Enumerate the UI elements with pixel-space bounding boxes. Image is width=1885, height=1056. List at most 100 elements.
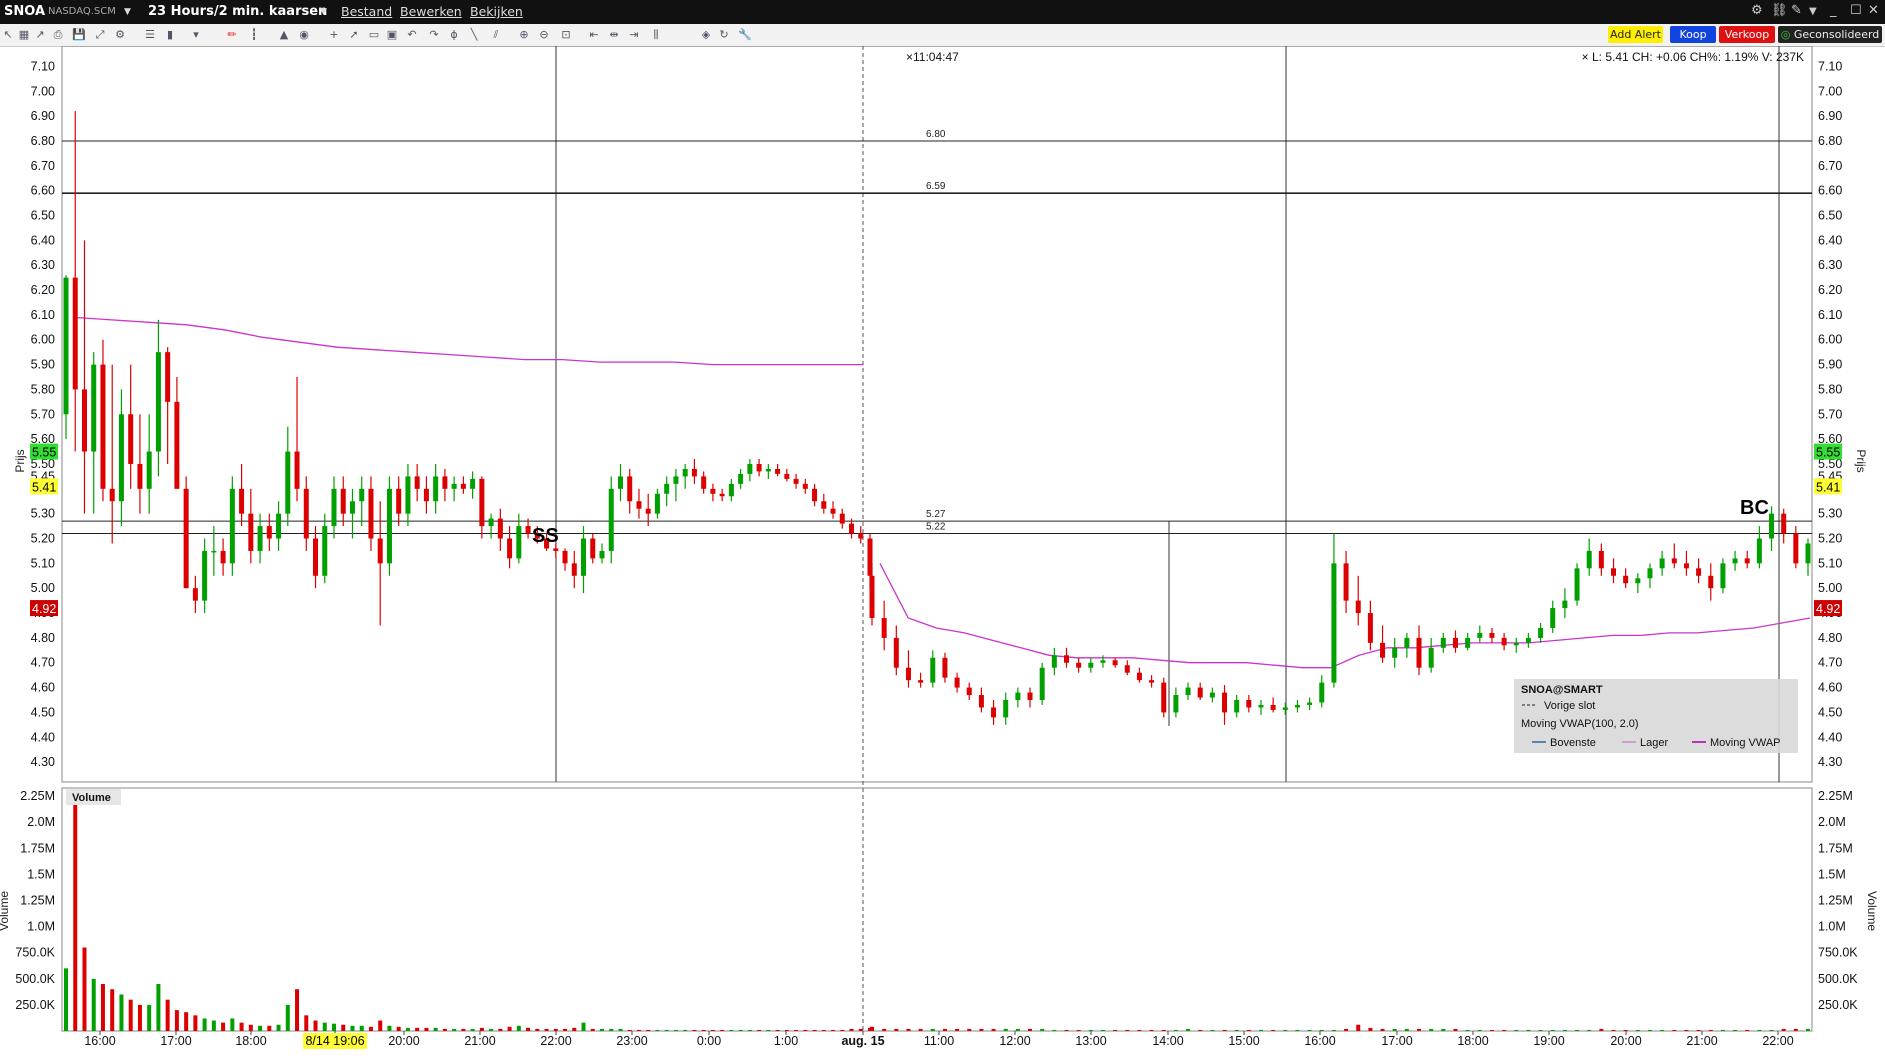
candle[interactable] — [839, 508, 845, 529]
candle[interactable] — [1294, 700, 1300, 713]
volume-bar[interactable] — [967, 1028, 972, 1031]
volume-bar[interactable] — [906, 1028, 911, 1031]
volume-bar[interactable] — [239, 1022, 244, 1031]
line-icon[interactable]: ╲ — [468, 29, 480, 41]
candle[interactable] — [738, 468, 744, 489]
close-icon[interactable]: ✕ — [1868, 3, 1879, 18]
volume-bar[interactable] — [664, 1029, 669, 1031]
volume-bar[interactable] — [1161, 1029, 1166, 1031]
volume-bar[interactable] — [1708, 1029, 1713, 1031]
bar-type-icon[interactable]: ▮ — [164, 29, 176, 41]
candle[interactable] — [710, 483, 716, 502]
candle[interactable] — [377, 501, 383, 626]
volume-bar[interactable] — [609, 1028, 614, 1031]
volume-bar[interactable] — [156, 984, 161, 1031]
candle[interactable] — [1197, 682, 1203, 701]
volume-bar[interactable] — [821, 1029, 826, 1031]
link-icon[interactable]: ⛓ — [1771, 3, 1788, 18]
add-alert-button[interactable]: Add Alert — [1608, 26, 1663, 43]
candle[interactable] — [1319, 675, 1325, 708]
candle[interactable] — [756, 458, 762, 477]
scroll-right-icon[interactable]: ⇥ — [628, 29, 640, 41]
volume-bar[interactable] — [184, 1012, 189, 1031]
candle[interactable] — [1769, 506, 1775, 551]
candle[interactable] — [423, 476, 429, 514]
candle[interactable] — [1538, 622, 1544, 643]
candle[interactable] — [590, 533, 596, 564]
volume-bar[interactable] — [1271, 1029, 1276, 1031]
minimize-icon[interactable]: _ — [1830, 3, 1837, 18]
scroll-center-icon[interactable]: ⇹ — [608, 29, 620, 41]
volume-bar[interactable] — [1562, 1029, 1567, 1031]
volume-bar[interactable] — [1052, 1029, 1057, 1031]
candle[interactable] — [1051, 647, 1057, 676]
candle[interactable] — [1270, 697, 1276, 713]
candle[interactable] — [1027, 687, 1033, 708]
candle[interactable] — [155, 319, 161, 477]
candle[interactable] — [821, 493, 827, 514]
volume-bar[interactable] — [840, 1029, 845, 1031]
volume-bar[interactable] — [1696, 1029, 1701, 1031]
volume-bar[interactable] — [285, 1004, 290, 1031]
candle[interactable] — [1331, 533, 1337, 688]
volume-bar[interactable] — [1113, 1029, 1118, 1031]
candle[interactable] — [1039, 662, 1045, 705]
legend-entry[interactable]: Lager — [1640, 737, 1668, 749]
candle[interactable] — [830, 501, 836, 519]
fib-icon[interactable]: ϕ — [448, 29, 460, 41]
candle[interactable] — [229, 476, 235, 576]
volume-bar[interactable] — [1210, 1029, 1215, 1031]
volume-bar[interactable] — [600, 1028, 604, 1031]
candle[interactable] — [701, 471, 707, 494]
candle[interactable] — [1355, 575, 1361, 626]
volume-bar[interactable] — [211, 1020, 216, 1031]
volume-bar[interactable] — [1623, 1029, 1628, 1031]
candle[interactable] — [183, 476, 189, 589]
candle[interactable] — [1343, 550, 1349, 614]
candle[interactable] — [719, 488, 725, 502]
volume-bar[interactable] — [618, 1028, 623, 1031]
candle[interactable] — [294, 377, 300, 502]
candle[interactable] — [784, 468, 790, 482]
exchange-label[interactable]: NASDAQ.SCM — [48, 6, 116, 17]
zoom-out-icon[interactable]: ⊖ — [538, 29, 550, 41]
candle[interactable] — [1781, 508, 1787, 544]
volume-bar[interactable] — [1526, 1029, 1531, 1031]
volume-bar[interactable] — [341, 1024, 346, 1031]
candle[interactable] — [414, 463, 420, 502]
candle[interactable] — [905, 650, 911, 688]
volume-bar[interactable] — [720, 1029, 725, 1031]
volume-bar[interactable] — [378, 1020, 383, 1031]
chart-canvas[interactable]: 6.80 6.59 5.27 5.22 4.30 4.30 4.40 4.40 4.50 4.5… — [0, 46, 1885, 1056]
volume-bar[interactable] — [673, 1029, 678, 1031]
symbol-label[interactable]: SNOA — [4, 4, 45, 19]
globe-icon[interactable]: ◉ — [298, 29, 310, 41]
list-icon[interactable]: ☰ — [144, 29, 156, 41]
volume-bar[interactable] — [1295, 1029, 1300, 1031]
candle[interactable] — [1513, 637, 1519, 653]
candle[interactable] — [1380, 625, 1386, 663]
candle[interactable] — [1124, 660, 1130, 676]
volume-bar[interactable] — [221, 1022, 226, 1031]
candle[interactable] — [303, 476, 309, 551]
channel-icon[interactable]: ⫽ — [490, 29, 502, 41]
volume-bar[interactable] — [1793, 1028, 1798, 1031]
volume-bar[interactable] — [1258, 1029, 1263, 1031]
candle[interactable] — [1574, 563, 1580, 606]
candle[interactable] — [497, 508, 503, 551]
menu-bewerken[interactable]: Bewerken — [400, 4, 462, 19]
grid-icon[interactable]: ▦ — [18, 29, 30, 41]
volume-bar[interactable] — [581, 1022, 586, 1031]
candle[interactable] — [802, 478, 808, 494]
volume-bar[interactable] — [267, 1025, 272, 1031]
volume-bar[interactable] — [359, 1025, 364, 1031]
dropdown-icon[interactable]: ▼ — [1809, 6, 1817, 17]
timeframe-selector[interactable]: 23 Hours/2 min. kaarsen — [148, 4, 327, 19]
candle[interactable] — [266, 513, 272, 551]
candle[interactable] — [1003, 692, 1009, 725]
volume-bar[interactable] — [1356, 1024, 1361, 1031]
zoom-fit-icon[interactable]: ⤢ — [94, 29, 106, 41]
candle[interactable] — [571, 550, 577, 589]
volume-bar[interactable] — [1599, 1028, 1604, 1031]
volume-bar[interactable] — [322, 1022, 327, 1031]
